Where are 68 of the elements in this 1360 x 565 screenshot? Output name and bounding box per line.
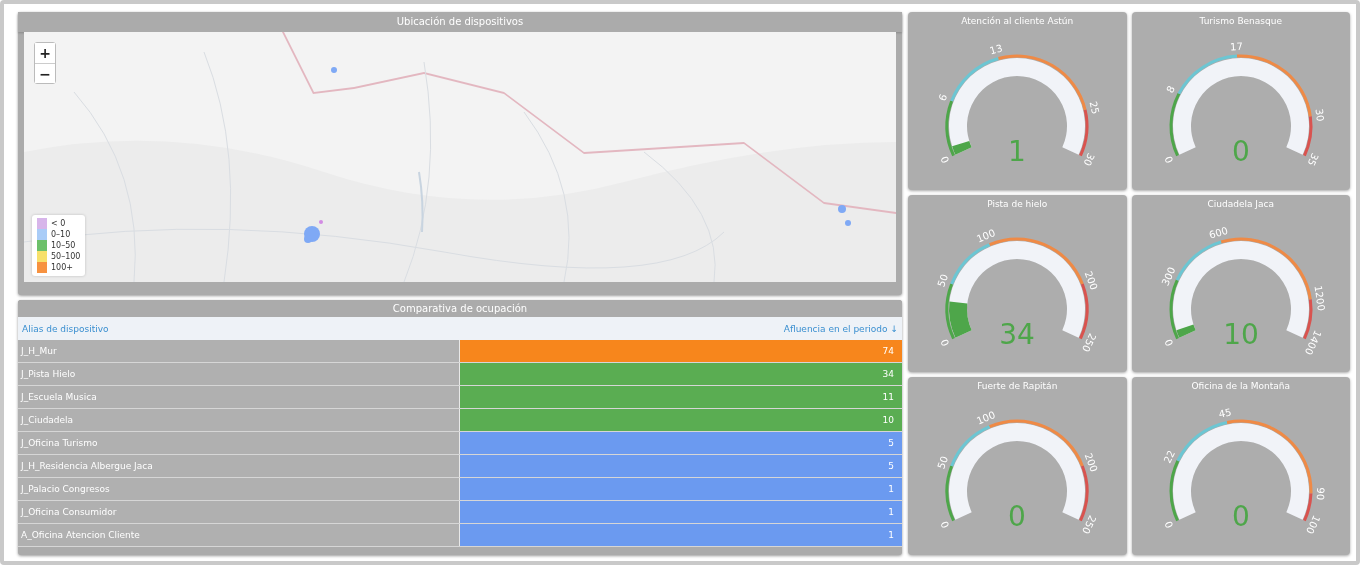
table-cell: J_H_Residencia Albergue Jaca — [18, 455, 459, 477]
value-bar: 5 — [459, 432, 902, 454]
tick-label: 17 — [1229, 40, 1243, 53]
tick-label: 600 — [1207, 224, 1229, 241]
legend-label: 0–10 — [51, 230, 71, 239]
table-cell: A_Oficina Atencion Cliente — [18, 524, 459, 546]
tick-label: 100 — [975, 409, 998, 427]
table-cell: J_Oficina Consumidor — [18, 501, 459, 523]
table-cell: J_Pista Hielo — [18, 363, 459, 385]
gauge-value: 0 — [1231, 135, 1250, 168]
tick-label: 50 — [935, 272, 951, 289]
gauge-title: Fuerte de Rapitán — [977, 381, 1058, 392]
legend-label: < 0 — [51, 219, 66, 228]
table-cell: J_H_Mur — [18, 340, 459, 362]
gauge-title: Pista de hielo — [987, 198, 1048, 209]
tick-label: 30 — [1081, 151, 1097, 168]
gauge-value: 0 — [1008, 500, 1027, 534]
value-bar: 74 — [459, 340, 902, 362]
tick-label: 6 — [936, 92, 950, 103]
value-bar: 34 — [459, 363, 902, 385]
gauge-title: Turismo Benasque — [1199, 16, 1282, 26]
tick-label: 1400 — [1302, 328, 1324, 357]
legend-label: 100+ — [51, 263, 73, 272]
legend-label: 50–100 — [51, 252, 81, 261]
tick-label: 13 — [988, 42, 1004, 57]
tick-label: 0 — [938, 337, 952, 348]
value-bar: 1 — [459, 524, 902, 546]
tick-label: 100 — [975, 226, 998, 245]
gauge-title: Ciudadela Jaca — [1207, 198, 1274, 209]
zoom-out-button[interactable]: − — [35, 63, 55, 83]
tick-label: 25 — [1087, 100, 1102, 116]
tick-label: 250 — [1080, 331, 1099, 354]
tick-label: 8 — [1163, 83, 1177, 95]
table-cell: J_Escuela Musica — [18, 386, 459, 408]
gauge-value: 1 — [1008, 135, 1027, 168]
tick-label: 50 — [935, 454, 951, 471]
table-cell: J_Ciudadela — [18, 409, 459, 431]
value-bar: 5 — [459, 455, 902, 477]
tick-label: 250 — [1080, 513, 1099, 536]
tick-label: 30 — [1313, 108, 1326, 123]
tick-label: 0 — [1162, 519, 1176, 531]
tick-label: 0 — [938, 154, 952, 165]
gauge-title: Oficina de la Montaña — [1191, 381, 1290, 392]
tick-label: 22 — [1161, 448, 1177, 466]
tick-label: 0 — [1162, 337, 1176, 348]
value-bar: 10 — [459, 409, 902, 431]
tick-label: 1200 — [1312, 284, 1327, 312]
tick-label: 100 — [1303, 513, 1322, 536]
legend-label: 10–50 — [51, 241, 76, 250]
value-bar: 11 — [459, 386, 902, 408]
gauge-value: 10 — [1222, 317, 1259, 351]
gauge-title: Atención al cliente Astún — [961, 16, 1074, 26]
gauge-value: 0 — [1231, 500, 1250, 534]
tick-label: 35 — [1305, 151, 1321, 168]
table-cell: J_Palacio Congresos — [18, 478, 459, 500]
panel-title: Comparativa de ocupación — [18, 300, 902, 317]
panel-title: Ubicación de dispositivos — [18, 12, 902, 32]
value-bar: 1 — [459, 501, 902, 523]
value-bar: 1 — [459, 478, 902, 500]
tick-label: 200 — [1082, 451, 1101, 474]
tick-label: 300 — [1159, 265, 1178, 287]
tick-label: 0 — [938, 519, 952, 531]
tick-label: 200 — [1082, 269, 1101, 292]
tick-label: 0 — [1162, 154, 1176, 165]
tick-label: 90 — [1314, 487, 1326, 501]
tick-label: 45 — [1217, 406, 1233, 421]
table-cell: J_Oficina Turismo — [18, 432, 459, 454]
gauge-value: 34 — [999, 317, 1036, 351]
